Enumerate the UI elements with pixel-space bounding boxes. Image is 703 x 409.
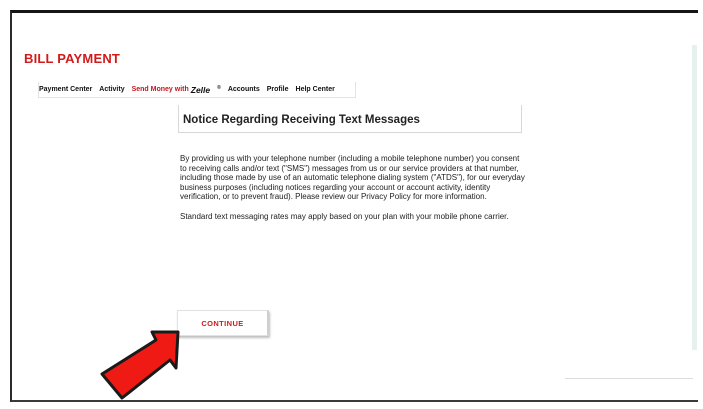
red-arrow-icon xyxy=(100,330,180,400)
zelle-logo: Zelle ® xyxy=(190,84,221,95)
consent-paragraph: By providing us with your telephone numb… xyxy=(180,154,525,202)
scrollbar-track xyxy=(692,45,697,350)
nav-item-activity[interactable]: Activity xyxy=(99,86,124,93)
notice-body: By providing us with your telephone numb… xyxy=(180,154,528,232)
nav-item-profile[interactable]: Profile xyxy=(267,86,289,93)
notice-header-box: Notice Regarding Receiving Text Messages xyxy=(178,105,522,133)
main-nav: Payment Center Activity Send Money with … xyxy=(38,82,356,98)
nav-item-help-center[interactable]: Help Center xyxy=(296,86,335,93)
nav-item-accounts[interactable]: Accounts xyxy=(228,86,260,93)
notice-title: Notice Regarding Receiving Text Messages xyxy=(183,114,420,126)
rates-paragraph: Standard text messaging rates may apply … xyxy=(180,211,509,221)
nav-item-send-money-zelle[interactable]: Send Money with Zelle ® xyxy=(132,85,221,95)
nav-item-send-money-label: Send Money with xyxy=(131,86,189,93)
page-title: BILL PAYMENT xyxy=(24,51,121,66)
nav-item-payment-center[interactable]: Payment Center xyxy=(39,86,92,93)
continue-button[interactable]: CONTINUE xyxy=(177,310,269,336)
divider xyxy=(565,378,693,379)
